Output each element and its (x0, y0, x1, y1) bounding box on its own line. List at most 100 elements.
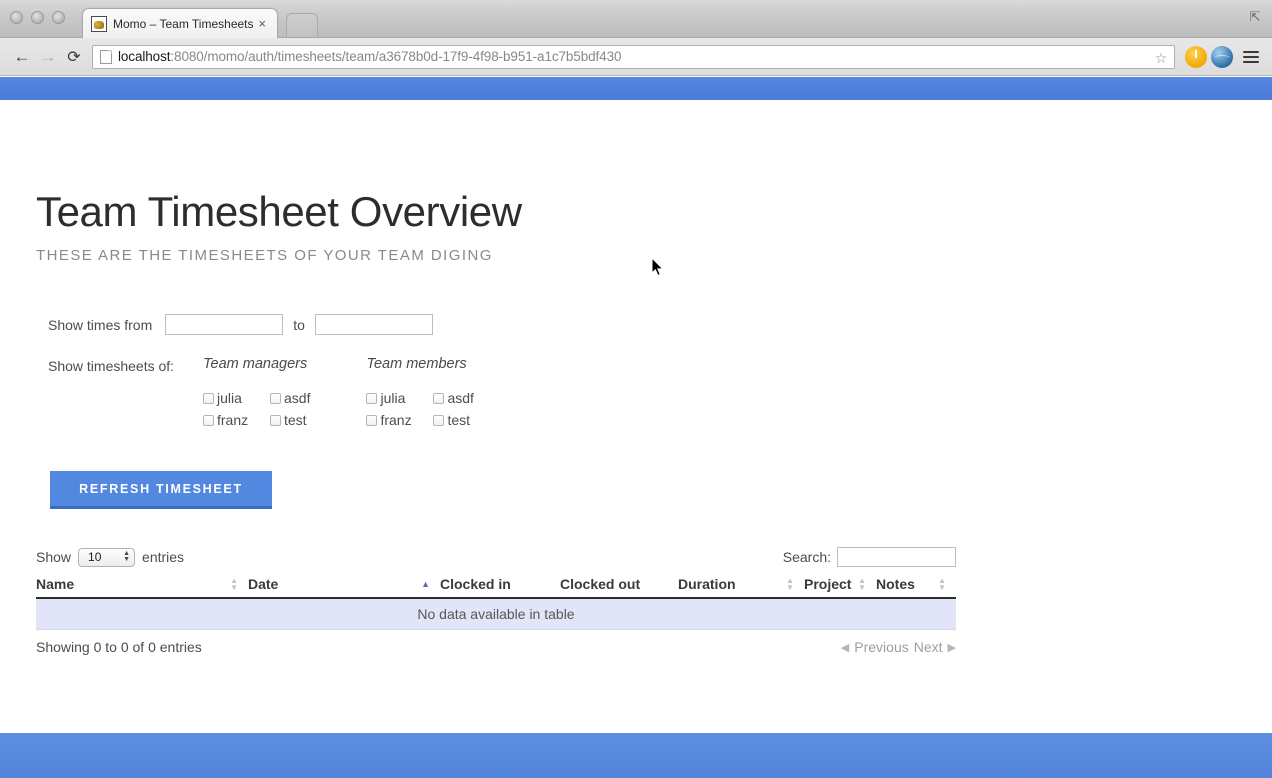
column-header-clocked-in[interactable]: Clocked in (440, 574, 560, 600)
column-header-project[interactable]: Project ▲ ▼ (804, 574, 876, 600)
checkbox-member-test[interactable]: test (433, 412, 473, 428)
show-entries-suffix-label: entries (142, 549, 185, 566)
date-range-row: Show times from to (48, 314, 1272, 336)
column-header-name[interactable]: Name ▲ ▼ (36, 574, 248, 600)
checkbox-label: franz (217, 412, 249, 429)
reload-button[interactable]: ⟳ (61, 44, 87, 70)
entries-per-page-value: 10 (88, 550, 102, 565)
checkbox-member-asdf[interactable]: asdf (433, 390, 474, 407)
close-window-button[interactable] (10, 11, 23, 24)
browser-tab[interactable]: Momo – Team Timesheets × (82, 8, 278, 38)
checkbox-member-julia[interactable]: julia (366, 390, 433, 406)
page-viewport: Team Timesheet Overview THESE ARE THE TI… (0, 77, 1272, 778)
page-title: Team Timesheet Overview (36, 188, 522, 235)
url-path: :8080/momo/auth/timesheets/team/a3678b0d… (170, 49, 622, 64)
checkbox-manager-asdf[interactable]: asdf (270, 390, 310, 406)
url-host: localhost (118, 49, 171, 64)
team-members-title: Team members (366, 356, 467, 373)
search-label: Search: (782, 549, 831, 566)
checkbox-manager-julia[interactable]: julia (203, 390, 270, 406)
browser-tab-title: Momo – Team Timesheets (113, 16, 254, 31)
checkbox-box-icon[interactable] (203, 414, 214, 426)
checkbox-label: julia (217, 390, 242, 407)
column-label: Duration (678, 576, 736, 593)
team-managers-title: Team managers (203, 356, 308, 373)
date-range-label: Show times from (48, 316, 153, 333)
empty-table-message: No data available in table (36, 598, 956, 631)
checkbox-manager-franz[interactable]: franz (203, 412, 270, 428)
checkbox-manager-test[interactable]: test (270, 412, 310, 428)
checkbox-box-icon[interactable] (270, 414, 281, 426)
sort-both-icon[interactable]: ▲ ▼ (230, 577, 238, 592)
column-header-notes[interactable]: Notes ▲ ▼ (876, 574, 956, 600)
next-page-button[interactable]: Next (914, 639, 943, 655)
restore-window-icon[interactable]: ⇱ (1247, 9, 1263, 25)
datatable-footer: Showing 0 to 0 of 0 entries ◀ Previous N… (36, 639, 956, 655)
checkbox-member-franz[interactable]: franz (366, 412, 433, 428)
column-label: Name (36, 576, 75, 593)
sort-both-icon[interactable]: ▲ ▼ (858, 577, 866, 592)
timesheet-table: Name ▲ ▼ Date ▲ Clocked in Clocked out D… (36, 574, 956, 631)
bookmark-star-icon[interactable]: ☆ (1152, 49, 1170, 67)
column-header-duration[interactable]: Duration ▲ ▼ (678, 574, 804, 600)
previous-page-button[interactable]: Previous (854, 639, 908, 655)
site-footer-bar (0, 733, 1272, 778)
checkbox-box-icon[interactable] (366, 392, 378, 404)
address-bar[interactable]: localhost:8080/momo/auth/timesheets/team… (92, 44, 1175, 69)
table-header-row: Name ▲ ▼ Date ▲ Clocked in Clocked out D… (36, 574, 956, 600)
timesheets-of-row: Show timesheets of: Team managers julia … (48, 356, 1272, 428)
checkbox-box-icon[interactable] (433, 392, 445, 404)
page-info-icon[interactable] (100, 49, 112, 64)
close-tab-icon[interactable]: × (255, 17, 269, 30)
date-from-input[interactable] (165, 314, 284, 336)
checkbox-box-icon[interactable] (270, 392, 281, 404)
entries-per-page-select[interactable]: 10 ▲ ▼ (78, 547, 136, 567)
column-label: Notes (876, 576, 915, 593)
team-members-group: Team members julia asdf franz test (366, 356, 474, 428)
stepper-arrows-icon[interactable]: ▲ ▼ (123, 550, 130, 563)
back-button[interactable]: ← (9, 44, 35, 70)
table-header: Name ▲ ▼ Date ▲ Clocked in Clocked out D… (36, 574, 956, 600)
url-text: localhost:8080/momo/auth/timesheets/team… (118, 49, 621, 64)
table-body: No data available in table (36, 598, 956, 631)
date-to-input[interactable] (314, 314, 433, 336)
previous-arrow-icon[interactable]: ◀ (841, 641, 849, 654)
page-subtitle: THESE ARE THE TIMESHEETS OF YOUR TEAM DI… (36, 247, 493, 265)
sort-both-icon[interactable]: ▲ ▼ (786, 577, 794, 592)
browser-menu-icon[interactable] (1239, 45, 1263, 69)
column-header-date[interactable]: Date ▲ (248, 574, 440, 600)
sort-ascending-icon[interactable]: ▲ (421, 579, 430, 589)
sort-both-icon[interactable]: ▲ ▼ (938, 577, 946, 592)
browser-window: Momo – Team Timesheets × ⇱ ← → ⟳ localho… (0, 0, 1272, 778)
browser-toolbar: ← → ⟳ localhost:8080/momo/auth/timesheet… (0, 38, 1272, 76)
globe-icon[interactable] (1211, 45, 1233, 68)
filter-panel: Show times from to Show timesheets of: T… (36, 314, 1272, 510)
new-tab-button[interactable] (286, 13, 318, 37)
forward-button[interactable]: → (35, 44, 61, 70)
column-label: Date (248, 576, 279, 593)
search-input[interactable] (837, 547, 956, 568)
checkbox-box-icon[interactable] (203, 392, 214, 404)
maximize-window-button[interactable] (52, 11, 65, 24)
minimize-window-button[interactable] (31, 11, 44, 24)
next-arrow-icon[interactable]: ▶ (948, 641, 956, 654)
column-label: Project (804, 576, 852, 593)
page-content: Team Timesheet Overview THESE ARE THE TI… (0, 100, 1272, 655)
column-header-clocked-out[interactable]: Clocked out (560, 574, 678, 600)
site-header-bar (0, 77, 1272, 100)
date-range-to-label: to (293, 316, 305, 333)
checkbox-box-icon[interactable] (433, 414, 445, 426)
column-label: Clocked in (440, 576, 511, 593)
refresh-timesheet-button[interactable]: REFRESH TIMESHEET (50, 471, 272, 510)
datatable-controls: Show 10 ▲ ▼ entries Search: (36, 547, 956, 568)
lastpass-icon[interactable] (1185, 45, 1207, 68)
datatable-search: Search: (782, 547, 956, 568)
checkbox-label: asdf (447, 390, 474, 407)
entries-length-control: Show 10 ▲ ▼ entries (36, 547, 185, 567)
checkbox-label: test (284, 412, 307, 429)
checkbox-box-icon[interactable] (366, 414, 378, 426)
window-controls (10, 11, 65, 24)
checkbox-label: test (447, 412, 471, 429)
table-empty-row: No data available in table (36, 598, 956, 631)
momo-favicon (91, 15, 107, 32)
